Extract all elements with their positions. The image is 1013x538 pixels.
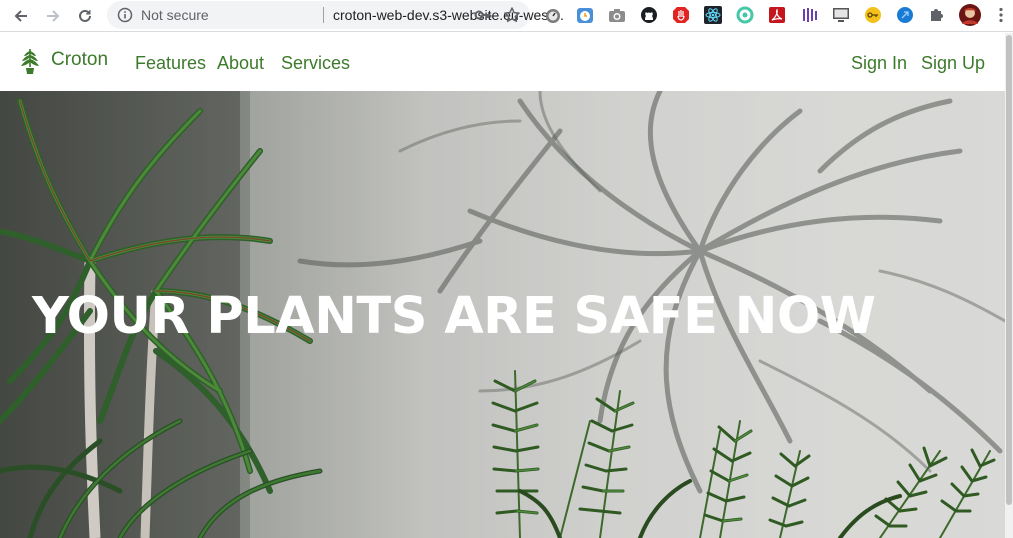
back-button[interactable]: [8, 3, 34, 29]
scrollbar-thumb[interactable]: [1006, 35, 1012, 505]
browser-toolbar: Not secure croton-web-dev.s3-website.eu-…: [0, 0, 1013, 32]
forward-arrow-icon: [47, 10, 60, 22]
sign-up-link[interactable]: Sign Up: [921, 53, 985, 74]
reload-button[interactable]: [72, 3, 98, 29]
address-bar[interactable]: Not secure croton-web-dev.s3-website.eu-…: [107, 1, 564, 29]
brand-name[interactable]: Croton: [51, 49, 108, 71]
pdf-icon[interactable]: [767, 5, 787, 25]
site-navbar: Croton Features About Services Sign In S…: [0, 33, 1005, 91]
menu-icon[interactable]: [991, 5, 1011, 25]
octocat-icon[interactable]: [639, 5, 659, 25]
globe-icon[interactable]: [895, 5, 915, 25]
security-status[interactable]: Not secure: [141, 7, 209, 23]
bars-icon[interactable]: [799, 5, 819, 25]
timer-icon[interactable]: [543, 5, 563, 25]
divider: [323, 7, 324, 23]
info-icon[interactable]: [117, 7, 133, 23]
reload-icon: [79, 9, 91, 22]
key-ext-icon[interactable]: [863, 5, 883, 25]
camera-icon[interactable]: [607, 5, 627, 25]
circle-icon[interactable]: [735, 5, 755, 25]
react-icon[interactable]: [703, 5, 723, 25]
clock-icon[interactable]: [575, 5, 595, 25]
forward-button[interactable]: [40, 3, 66, 29]
plant-logo-icon: [21, 48, 39, 74]
puzzle-icon[interactable]: [927, 5, 947, 25]
nav-about-link[interactable]: About: [217, 53, 264, 74]
nav-services-link[interactable]: Services: [281, 53, 350, 74]
hero-title: YOUR PLANTS ARE SAFE NOW: [32, 287, 876, 346]
brand-link[interactable]: Croton: [19, 47, 108, 75]
url-text[interactable]: croton-web-dev.s3-website.eu-west...: [333, 7, 567, 23]
back-arrow-icon: [14, 10, 27, 22]
hero-banner: YOUR PLANTS ARE SAFE NOW: [0, 91, 1005, 538]
shield-icon[interactable]: [671, 5, 691, 25]
star-icon[interactable]: [503, 6, 521, 24]
sign-in-link[interactable]: Sign In: [851, 53, 907, 74]
avatar[interactable]: [959, 4, 981, 26]
page-scrollbar[interactable]: [1005, 33, 1013, 538]
key-icon[interactable]: [474, 7, 492, 23]
monitor-icon[interactable]: [831, 5, 851, 25]
nav-features-link[interactable]: Features: [135, 53, 206, 74]
